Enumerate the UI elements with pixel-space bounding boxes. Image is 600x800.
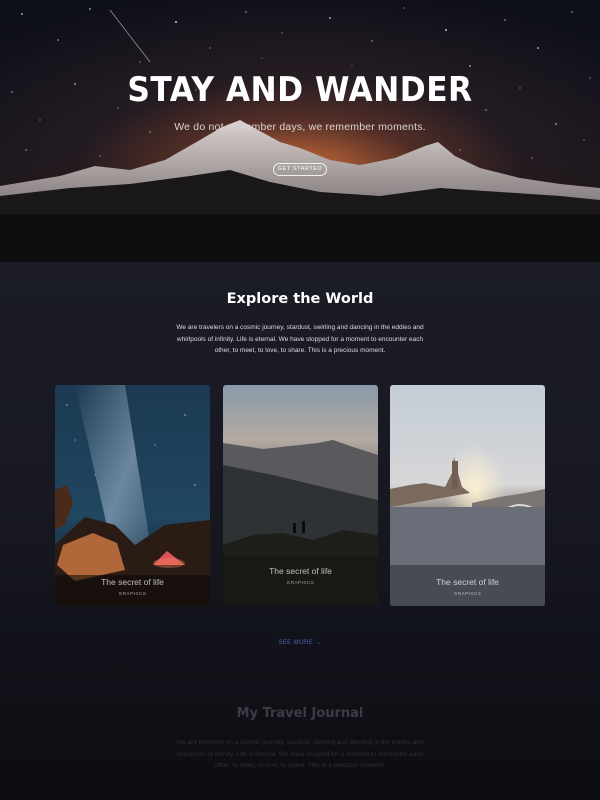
card-title: The secret of life (436, 577, 499, 587)
card-misty-hills[interactable]: The secret of life GRAPHICS (223, 385, 378, 606)
card-night-camp[interactable]: The secret of life GRAPHICS (55, 385, 210, 606)
explore-title: Explore the World (226, 291, 374, 307)
hero-section: STAY AND WANDER We do not remember days,… (0, 0, 600, 262)
hero-title: STAY AND WANDER (127, 70, 473, 110)
explore-description: We are travelers on a cosmic journey, st… (176, 324, 424, 354)
card-category: GRAPHICS (453, 591, 482, 596)
journal-description: We are travelers on a cosmic journey, st… (176, 739, 424, 769)
night-camp-image (55, 385, 210, 606)
card-category: GRAPHICS (286, 580, 315, 585)
card-city-river[interactable]: The secret of life GRAPHICS (390, 385, 545, 606)
card-title: The secret of life (101, 577, 164, 587)
city-river-image (390, 385, 545, 606)
see-more-link[interactable]: SEE MORE → (0, 640, 600, 646)
journal-title: My Travel Journal (236, 706, 364, 721)
card-title: The secret of life (269, 566, 332, 576)
get-started-button[interactable]: GET STARTED (273, 163, 327, 176)
card-category: GRAPHICS (118, 591, 147, 596)
explore-section: Explore the World We are travelers on a … (0, 262, 600, 800)
hero-subtitle: We do not remember days, we remember mom… (174, 121, 426, 133)
